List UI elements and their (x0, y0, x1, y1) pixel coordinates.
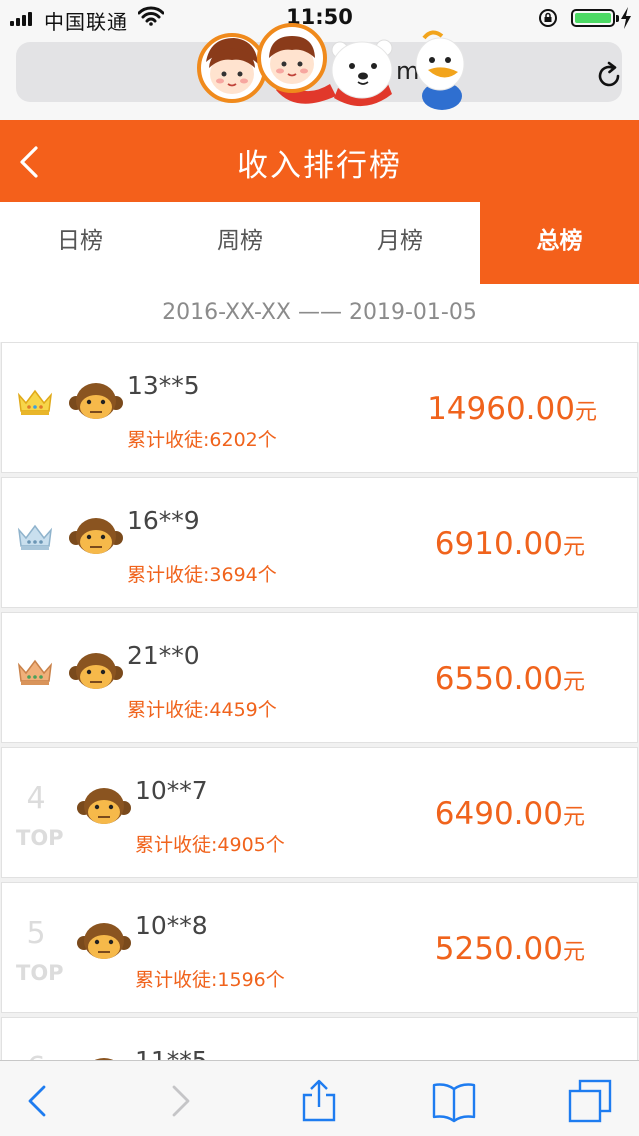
monkey-avatar-icon (69, 653, 123, 689)
charging-bolt-icon (621, 7, 631, 29)
forward-arrow-icon[interactable] (158, 1079, 202, 1123)
monkey-avatar-icon (77, 923, 131, 959)
reload-icon[interactable] (594, 61, 624, 91)
monkey-avatar-icon (77, 788, 131, 824)
tab-total[interactable]: 总榜 (480, 202, 639, 284)
user-id: 21**0 (127, 641, 200, 670)
list-item[interactable]: 4 TOP 10**7 累计收徒:4905个 6490.00元 (1, 747, 638, 878)
boy-scarf-sticker-icon (257, 23, 336, 104)
income-amount: 6910.00元 (435, 526, 585, 562)
rank-top-label: TOP (16, 826, 64, 850)
battery-icon (571, 9, 619, 27)
boy-sticker-icon (197, 33, 267, 103)
ranking-tabs: 日榜 周榜 月榜 总榜 (0, 202, 639, 284)
recruit-count: 累计收徒:4905个 (135, 834, 285, 856)
rank-number: 6 (16, 1052, 56, 1061)
gold-crown-icon (17, 389, 53, 415)
white-bear-sticker-icon (331, 39, 393, 107)
rank-number: 5 (26, 916, 46, 951)
bookmarks-icon[interactable] (432, 1079, 476, 1123)
user-id: 10**7 (135, 776, 208, 805)
rank-number: 4 (26, 781, 46, 816)
bronze-crown-icon (17, 659, 53, 685)
duck-sticker-icon (415, 30, 465, 110)
amount-unit: 元 (562, 670, 585, 695)
back-arrow-icon[interactable] (16, 1079, 60, 1123)
income-amount: 5250.00元 (435, 931, 585, 967)
leaderboard-list[interactable]: 13**5 累计收徒:6202个 14960.00元 16**9 累计收徒:36… (0, 342, 639, 1060)
list-item[interactable]: 21**0 累计收徒:4459个 6550.00元 (1, 612, 638, 743)
list-item[interactable]: 6 11**5 (1, 1017, 638, 1060)
monkey-avatar-icon (69, 383, 123, 419)
amount-value: 14960.00 (427, 391, 575, 427)
page-title: 收入排行榜 (237, 148, 402, 184)
app-header: 收入排行榜 (0, 120, 639, 202)
recruit-count: 累计收徒:3694个 (127, 564, 277, 586)
user-id: 10**8 (135, 911, 208, 940)
tab-daily[interactable]: 日榜 (0, 202, 160, 284)
list-item[interactable]: 5 TOP 10**8 累计收徒:1596个 5250.00元 (1, 882, 638, 1013)
recruit-count: 累计收徒:1596个 (135, 969, 285, 991)
income-amount: 6550.00元 (435, 661, 585, 697)
browser-toolbar (0, 1060, 639, 1136)
amount-unit: 元 (574, 400, 597, 425)
monkey-avatar-icon (69, 518, 123, 554)
list-item[interactable]: 16**9 累计收徒:3694个 6910.00元 (1, 477, 638, 608)
income-amount: 14960.00元 (427, 391, 597, 427)
amount-unit: 元 (562, 535, 585, 560)
amount-value: 6910.00 (434, 526, 563, 562)
date-range: 2016-XX-XX —— 2019-01-05 (0, 284, 639, 342)
battery-level (575, 13, 611, 23)
browser-address-area: m (0, 23, 639, 120)
amount-unit: 元 (562, 940, 585, 965)
recruit-count: 累计收徒:6202个 (127, 429, 277, 451)
amount-value: 5250.00 (434, 931, 563, 967)
income-amount: 6490.00元 (435, 796, 585, 832)
amount-value: 6490.00 (434, 796, 563, 832)
user-id: 11**5 (135, 1046, 208, 1060)
silver-crown-icon (17, 524, 53, 550)
rank-top-label: TOP (16, 961, 64, 985)
amount-value: 6550.00 (434, 661, 563, 697)
tabs-icon[interactable] (568, 1079, 612, 1123)
cartoon-stickers (197, 23, 465, 110)
amount-unit: 元 (562, 805, 585, 830)
rotation-lock-icon (539, 9, 557, 27)
tab-weekly[interactable]: 周榜 (160, 202, 320, 284)
user-id: 13**5 (127, 371, 200, 400)
list-item[interactable]: 13**5 累计收徒:6202个 14960.00元 (1, 342, 638, 473)
recruit-count: 累计收徒:4459个 (127, 699, 277, 721)
tab-monthly[interactable]: 月榜 (320, 202, 480, 284)
share-icon[interactable] (297, 1079, 341, 1123)
user-id: 16**9 (127, 506, 200, 535)
